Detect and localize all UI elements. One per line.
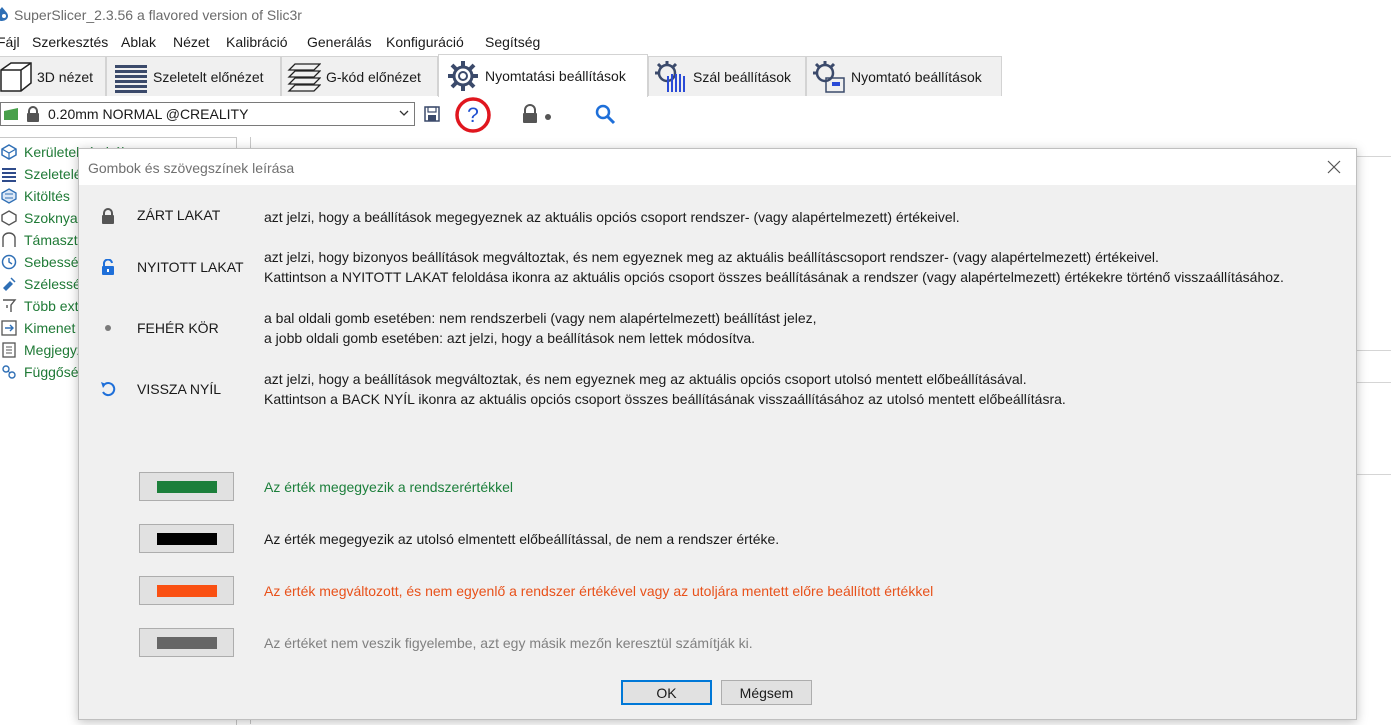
menu-file[interactable]: Fájl (0, 34, 20, 50)
search-icon (595, 104, 616, 125)
window-titlebar: SuperSlicer_2.3.56 a flavored version of… (0, 0, 1391, 30)
support-icon (0, 231, 18, 249)
question-mark-icon: ? (455, 97, 491, 133)
tab-label: Szál beállítások (693, 68, 792, 85)
menu-configuration[interactable]: Konfiguráció (386, 34, 464, 50)
dialog-titlebar: Gombok és szövegszínek leírása (79, 149, 1356, 185)
lock-open-icon (99, 258, 117, 276)
menu-help[interactable]: Segítség (485, 34, 540, 50)
divider (1351, 156, 1391, 157)
filament-spool-icon (653, 59, 689, 95)
legend-label: ZÁRT LAKAT (137, 207, 221, 223)
chevron-down-icon (399, 110, 409, 116)
legend-description-line1: azt jelzi, hogy a beállítások megváltozt… (264, 371, 1027, 387)
menu-bar: Fájl Szerkesztés Ablak Nézet Kalibráció … (0, 30, 1391, 55)
color-swatch (156, 532, 217, 545)
infill-icon (0, 187, 18, 205)
system-preset-flag-icon (4, 108, 18, 120)
tab-label: G-kód előnézet (326, 68, 421, 85)
menu-edit[interactable]: Szerkesztés (32, 34, 108, 50)
swatch-system-value[interactable] (139, 472, 234, 501)
menu-view[interactable]: Nézet (173, 34, 210, 50)
save-icon (424, 106, 440, 122)
swatch-text-system-value: Az érték megegyezik a rendszerértékkel (264, 479, 513, 495)
app-logo-icon (0, 7, 8, 21)
legend-label: NYITOTT LAKAT (137, 259, 244, 275)
help-button[interactable]: ? (453, 95, 493, 135)
divider (1351, 350, 1391, 351)
cancel-button[interactable]: Mégsem (721, 680, 812, 705)
tab-label: Nyomtatási beállítások (485, 68, 626, 84)
save-preset-button[interactable] (420, 102, 444, 126)
tab-gcode-preview[interactable]: G-kód előnézet (281, 56, 438, 96)
legend-description-line1: azt jelzi, hogy bizonyos beállítások meg… (264, 249, 1159, 265)
color-swatch (156, 584, 217, 597)
output-icon (0, 319, 18, 337)
swatch-text-saved-preset: Az érték megegyezik az utolsó elmentett … (264, 531, 780, 547)
menu-calibration[interactable]: Kalibráció (226, 34, 287, 50)
lock-dot-icon (523, 104, 551, 123)
legend-label: FEHÉR KÖR (137, 320, 219, 336)
perimeter-icon (0, 143, 18, 161)
divider (1351, 382, 1391, 383)
window-title: SuperSlicer_2.3.56 a flavored version of… (14, 7, 302, 23)
swatch-modified-value[interactable] (139, 576, 234, 605)
sidebar-item-speed[interactable]: Sebesség (0, 251, 86, 273)
swatch-ignored-value[interactable] (139, 628, 234, 657)
lock-closed-icon (27, 106, 39, 122)
dialog-title: Gombok és szövegszínek leírása (88, 160, 295, 176)
tab-filament-settings[interactable]: Szál beállítások (648, 56, 806, 96)
extruder-icon (0, 297, 18, 315)
close-icon[interactable] (1326, 159, 1342, 175)
white-dot-icon (99, 319, 117, 337)
swatch-text-modified-value: Az érték megváltozott, és nem egyenlő a … (264, 583, 934, 599)
lock-closed-icon (99, 207, 117, 225)
legend-description: azt jelzi, hogy a beállítások megegyezne… (264, 209, 960, 225)
slicing-icon (0, 165, 18, 183)
dependencies-icon (0, 363, 18, 381)
menu-window[interactable]: Ablak (121, 34, 156, 50)
divider (1351, 474, 1391, 475)
svg-text:?: ? (467, 104, 479, 127)
sidebar-item-infill[interactable]: Kitöltés (0, 185, 70, 207)
sidebar-item-slicing[interactable]: Szeletelés (0, 163, 89, 185)
layers-icon (113, 59, 149, 95)
legend-description-line1: a bal oldali gomb esetében: nem rendszer… (264, 310, 817, 326)
color-swatch (156, 636, 217, 649)
tab-label: Nyomtató beállítások (851, 68, 982, 85)
legend-description-line2: Kattintson a NYITOTT LAKAT feloldása iko… (264, 269, 1284, 285)
notes-icon (0, 341, 18, 359)
legend-label: VISSZA NYÍL (137, 381, 222, 397)
legend-description-line2: Kattintson a BACK NYÍL ikonra az aktuáli… (264, 391, 1066, 407)
gear-icon (445, 58, 481, 94)
skirt-icon (0, 209, 18, 227)
preset-value: 0.20mm NORMAL @CREALITY (48, 106, 249, 122)
lock-status-button[interactable] (517, 102, 557, 126)
tab-sliced-preview[interactable]: Szeletelt előnézet (106, 56, 281, 96)
back-arrow-icon (99, 380, 117, 398)
menu-generate[interactable]: Generálás (307, 34, 372, 50)
tab-print-settings[interactable]: Nyomtatási beállítások (438, 54, 648, 97)
printer-settings-icon (811, 59, 847, 95)
tab-printer-settings[interactable]: Nyomtató beállítások (806, 56, 1002, 96)
search-button[interactable] (593, 102, 617, 126)
width-icon (0, 275, 18, 293)
tab-label: 3D nézet (37, 68, 94, 85)
legend-dialog: Gombok és szövegszínek leírása ZÁRT LAKA… (78, 148, 1357, 720)
tab-label: Szeletelt előnézet (153, 68, 264, 85)
color-swatch (156, 480, 217, 493)
swatch-saved-preset-value[interactable] (139, 524, 234, 553)
speed-clock-icon (0, 253, 18, 271)
ok-button[interactable]: OK (621, 680, 712, 705)
cube-icon (0, 59, 33, 95)
tab-3d-view[interactable]: 3D nézet (0, 56, 106, 96)
legend-description-line2: a jobb oldali gomb esetében: azt jelzi, … (264, 330, 756, 346)
swatch-text-ignored-value: Az értéket nem veszik figyelembe, azt eg… (264, 635, 753, 651)
tab-bar: 3D nézet Szeletelt előnézet G-kód előnéz… (0, 54, 1391, 99)
preset-combobox[interactable]: 0.20mm NORMAL @CREALITY (0, 102, 415, 126)
gcode-layers-icon (286, 59, 322, 95)
preset-toolbar: 0.20mm NORMAL @CREALITY ? (0, 95, 1391, 136)
